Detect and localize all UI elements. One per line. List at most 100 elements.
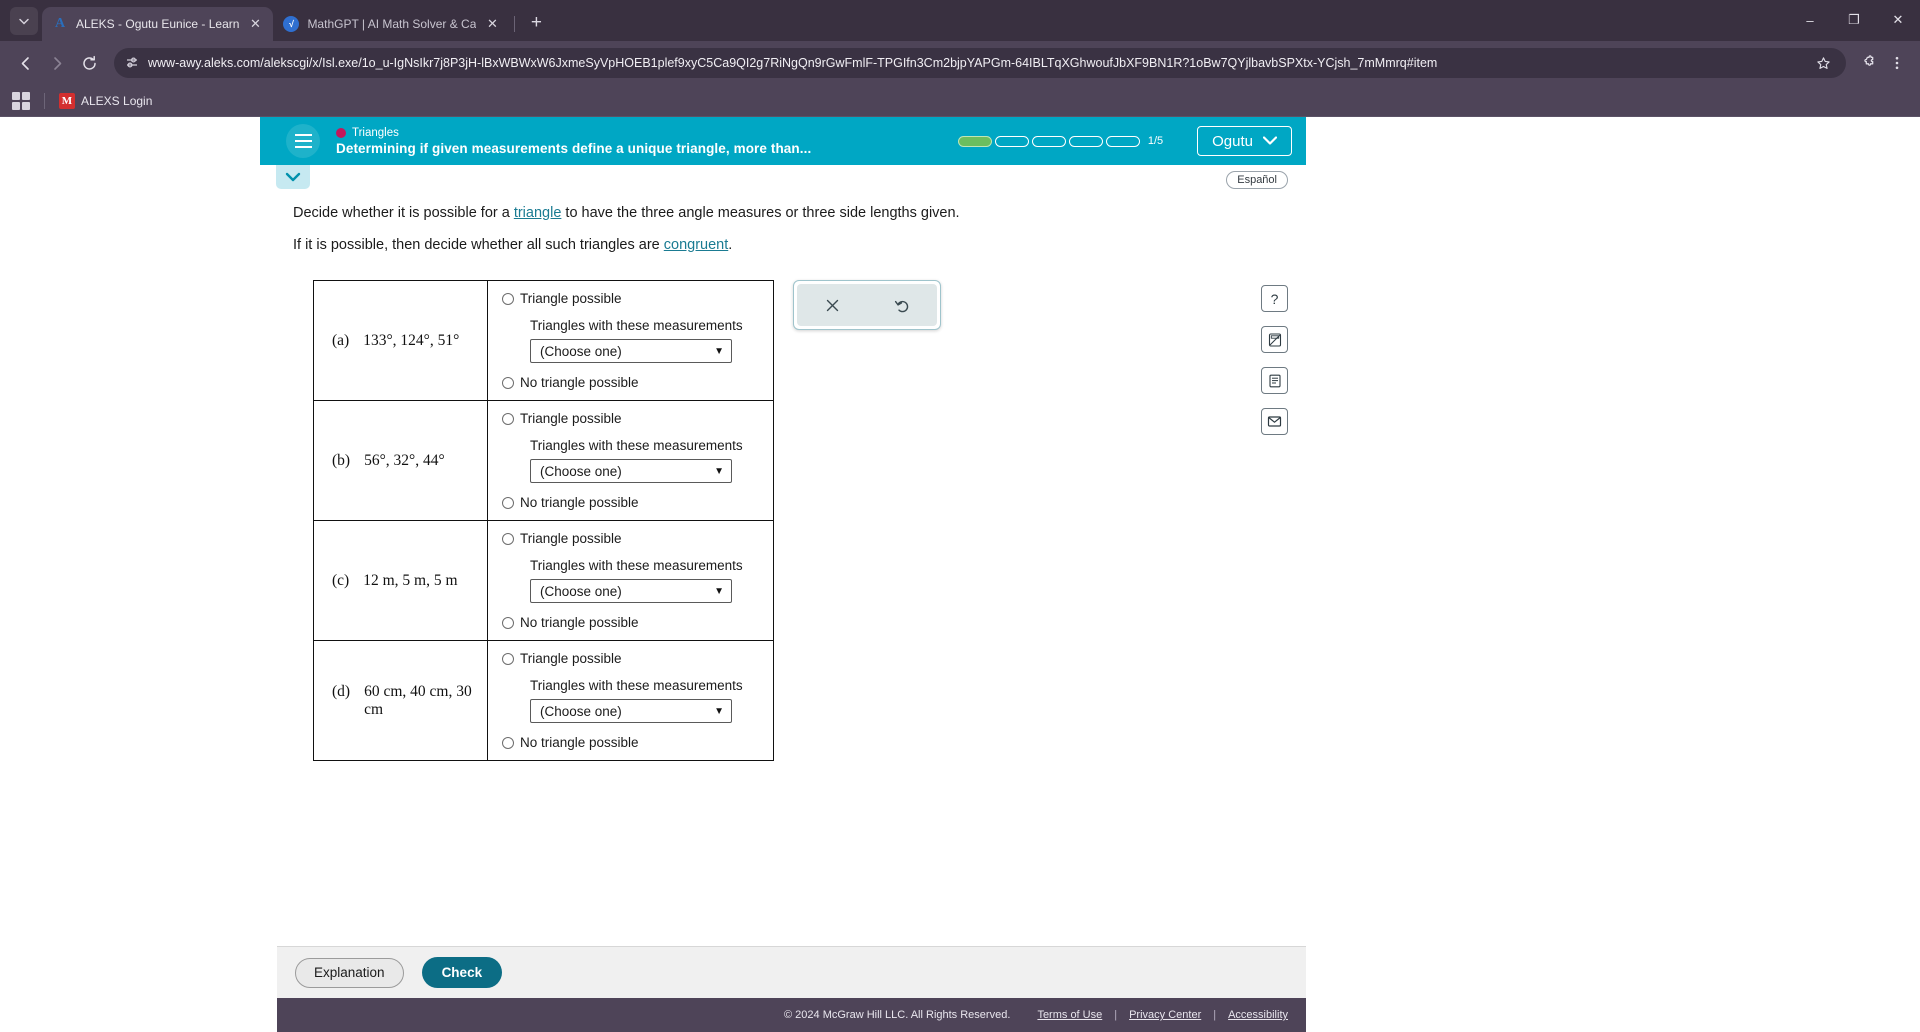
radio-triangle-possible[interactable]: Triangle possible bbox=[502, 411, 765, 426]
hamburger-menu-icon[interactable] bbox=[286, 124, 320, 158]
radio-no-triangle-possible[interactable]: No triangle possible bbox=[502, 615, 765, 630]
apps-grid-icon[interactable] bbox=[12, 91, 30, 110]
puzzle-icon[interactable] bbox=[1856, 50, 1882, 76]
question-area: Español Decide whether it is possible fo… bbox=[260, 165, 1306, 1032]
minimize-button[interactable]: – bbox=[1788, 5, 1832, 35]
congruent-link[interactable]: congruent bbox=[664, 237, 729, 253]
back-button[interactable] bbox=[10, 48, 40, 78]
window-controls: – ❐ ✕ bbox=[1788, 5, 1920, 35]
undo-button[interactable] bbox=[867, 297, 937, 314]
row-options-cell: Triangle possible Triangles with these m… bbox=[487, 640, 774, 761]
user-menu-button[interactable]: Ogutu bbox=[1197, 126, 1292, 156]
radio-icon[interactable] bbox=[502, 412, 514, 425]
radio-label: Triangle possible bbox=[520, 531, 622, 546]
radio-no-triangle-possible[interactable]: No triangle possible bbox=[502, 375, 765, 390]
close-icon[interactable]: ✕ bbox=[484, 16, 500, 32]
row-measurements: 133°, 124°, 51° bbox=[363, 331, 460, 349]
chevron-down-icon bbox=[285, 172, 301, 182]
table-row: (a) 133°, 124°, 51° Triangle possible Tr… bbox=[313, 280, 774, 401]
prompt-text: If it is possible, then decide whether a… bbox=[293, 236, 664, 253]
radio-no-triangle-possible[interactable]: No triangle possible bbox=[502, 495, 765, 510]
radio-icon[interactable] bbox=[502, 292, 514, 305]
star-icon[interactable] bbox=[1810, 50, 1836, 76]
radio-label: No triangle possible bbox=[520, 495, 639, 510]
help-question-icon[interactable]: ? bbox=[1261, 285, 1288, 312]
omnibox-actions bbox=[1810, 50, 1836, 76]
select-value: (Choose one) bbox=[540, 583, 622, 599]
select-value: (Choose one) bbox=[540, 343, 622, 359]
browser-tab-aleks[interactable]: A ALEKS - Ogutu Eunice - Learn ✕ bbox=[42, 7, 274, 41]
terms-of-use-link[interactable]: Terms of Use bbox=[1037, 1009, 1102, 1021]
calculator-icon[interactable] bbox=[1261, 326, 1288, 353]
radio-icon[interactable] bbox=[502, 376, 514, 389]
radio-label: No triangle possible bbox=[520, 735, 639, 750]
tool-palette-inner bbox=[797, 284, 937, 326]
accessibility-link[interactable]: Accessibility bbox=[1228, 1009, 1288, 1021]
radio-triangle-possible[interactable]: Triangle possible bbox=[502, 531, 765, 546]
tab-title: MathGPT | AI Math Solver & Ca bbox=[307, 17, 477, 31]
browser-window: A ALEKS - Ogutu Eunice - Learn ✕ √ MathG… bbox=[0, 0, 1920, 1032]
arrow-left-icon bbox=[21, 56, 29, 70]
site-settings-icon[interactable] bbox=[124, 55, 140, 71]
chevron-down-icon bbox=[19, 18, 29, 25]
radio-icon[interactable] bbox=[502, 532, 514, 545]
progress-segment-3 bbox=[1031, 135, 1066, 147]
row-label-inner: (d) 60 cm, 40 cm, 30 cm bbox=[322, 683, 479, 719]
footer-separator: | bbox=[1114, 1009, 1118, 1021]
forward-button[interactable] bbox=[42, 48, 72, 78]
bookmarks-bar: M ALEXS Login bbox=[0, 85, 1920, 117]
topic-line: Triangles bbox=[336, 127, 811, 139]
close-window-button[interactable]: ✕ bbox=[1876, 5, 1920, 35]
reload-button[interactable] bbox=[74, 48, 104, 78]
row-options-cell: Triangle possible Triangles with these m… bbox=[487, 280, 774, 401]
bookmark-label: ALEXS Login bbox=[81, 93, 153, 108]
clear-answer-button[interactable] bbox=[797, 297, 867, 314]
language-toggle-button[interactable]: Español bbox=[1226, 171, 1288, 189]
radio-no-triangle-possible[interactable]: No triangle possible bbox=[502, 735, 765, 750]
action-bar: Explanation Check bbox=[277, 946, 1306, 998]
privacy-center-link[interactable]: Privacy Center bbox=[1129, 1009, 1201, 1021]
radio-icon[interactable] bbox=[502, 652, 514, 665]
progress-segment-2 bbox=[994, 135, 1029, 147]
aleks-header: Triangles Determining if given measureme… bbox=[260, 117, 1306, 165]
chevron-down-icon: ▼ bbox=[714, 705, 724, 717]
select-caption: Triangles with these measurements bbox=[530, 678, 743, 693]
bookmark-item-alexs-login[interactable]: M ALEXS Login bbox=[59, 92, 153, 109]
kebab-menu-icon[interactable] bbox=[1884, 50, 1910, 76]
congruence-select[interactable]: (Choose one) ▼ bbox=[530, 699, 732, 723]
browser-tab-mathgpt[interactable]: √ MathGPT | AI Math Solver & Ca ✕ bbox=[273, 7, 510, 41]
radio-triangle-possible[interactable]: Triangle possible bbox=[502, 651, 765, 666]
arrow-right-icon bbox=[53, 56, 61, 70]
radio-icon[interactable] bbox=[502, 736, 514, 749]
page-footer: © 2024 McGraw Hill LLC. All Rights Reser… bbox=[277, 998, 1306, 1032]
congruence-select[interactable]: (Choose one) ▼ bbox=[530, 339, 732, 363]
mathgpt-icon: √ bbox=[283, 16, 300, 32]
reference-sheet-icon[interactable] bbox=[1261, 367, 1288, 394]
chevron-down-icon: ▼ bbox=[714, 585, 724, 597]
radio-icon[interactable] bbox=[502, 616, 514, 629]
progress-count: 1/5 bbox=[1147, 135, 1164, 147]
bookmark-divider bbox=[44, 92, 45, 109]
new-tab-button[interactable]: + bbox=[523, 10, 549, 36]
envelope-message-icon[interactable] bbox=[1261, 408, 1288, 435]
triangle-link[interactable]: triangle bbox=[514, 205, 562, 221]
url-text: www-awy.aleks.com/alekscgi/x/Isl.exe/1o_… bbox=[148, 56, 1438, 70]
row-options-cell: Triangle possible Triangles with these m… bbox=[487, 520, 774, 641]
prompt-text: to have the three angle measures or thre… bbox=[561, 205, 960, 221]
explanation-button[interactable]: Explanation bbox=[295, 957, 404, 988]
maximize-button[interactable]: ❐ bbox=[1832, 5, 1876, 35]
radio-triangle-possible[interactable]: Triangle possible bbox=[502, 291, 765, 306]
radio-icon[interactable] bbox=[502, 496, 514, 509]
congruence-select[interactable]: (Choose one) ▼ bbox=[530, 579, 732, 603]
close-icon[interactable]: ✕ bbox=[247, 16, 263, 32]
chevron-down-icon bbox=[1262, 134, 1278, 148]
congruence-select[interactable]: (Choose one) ▼ bbox=[530, 459, 732, 483]
address-bar[interactable]: www-awy.aleks.com/alekscgi/x/Isl.exe/1o_… bbox=[114, 48, 1846, 78]
check-button[interactable]: Check bbox=[421, 957, 503, 988]
row-key: (d) bbox=[332, 682, 351, 700]
radio-label: No triangle possible bbox=[520, 615, 639, 630]
undo-arrow-icon bbox=[894, 300, 908, 312]
collapse-panel-button[interactable] bbox=[276, 165, 310, 189]
close-x-icon bbox=[826, 299, 838, 311]
tab-search-button[interactable] bbox=[10, 7, 38, 35]
